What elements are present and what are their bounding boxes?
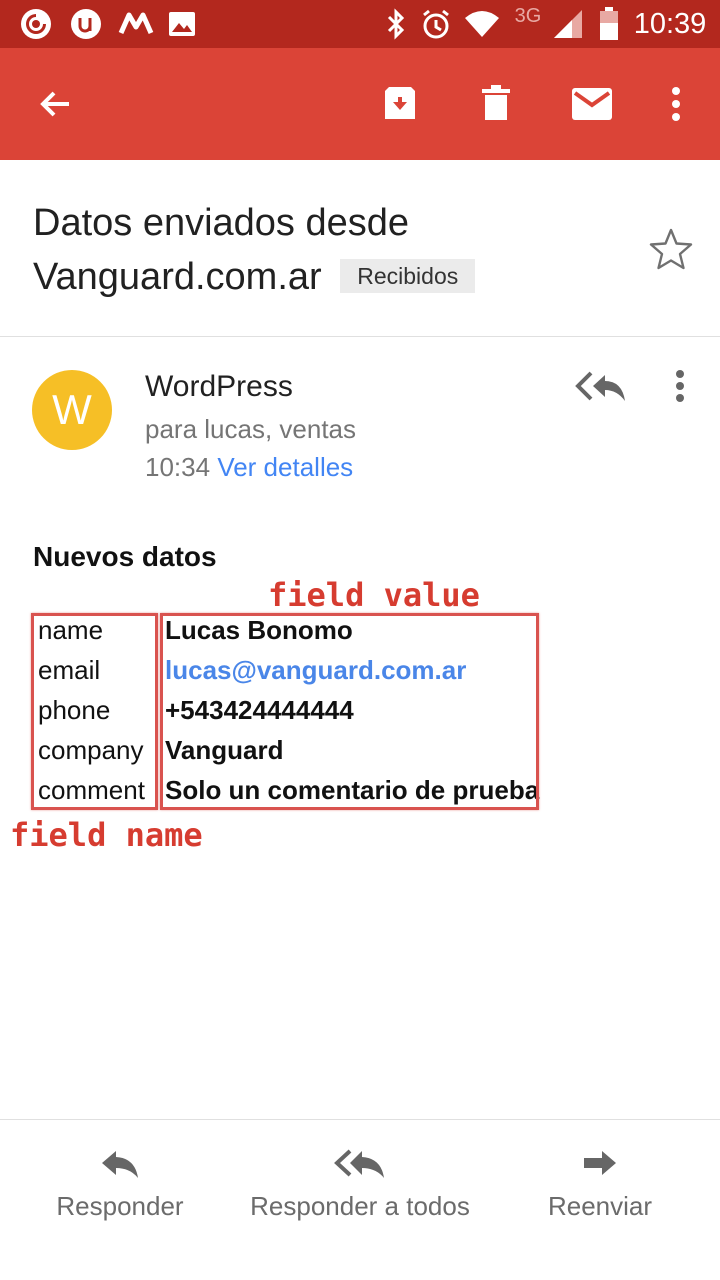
network-type: 3G xyxy=(514,4,542,27)
email-time: 10:34 xyxy=(145,452,211,482)
field-value-annotation: field value xyxy=(268,576,480,614)
time-line: 10:34 Ver detalles xyxy=(145,452,353,483)
email-subject: Datos enviados desde Vanguard.com.ar Rec… xyxy=(33,196,633,304)
signal-icon xyxy=(550,0,586,48)
wifi-icon xyxy=(462,0,502,48)
recipients-line: para lucas, ventas xyxy=(145,414,357,444)
reply-icon xyxy=(102,1151,138,1178)
field-value-annotation-box xyxy=(160,613,539,810)
reply-all-bottom-icon xyxy=(334,1149,384,1178)
alarm-icon xyxy=(418,0,454,48)
reply-all-button[interactable]: Responder a todos xyxy=(240,1149,480,1222)
archive-icon[interactable] xyxy=(372,76,428,132)
message-more-icon[interactable] xyxy=(668,366,692,406)
field-name-annotation-box xyxy=(31,613,158,810)
pocket-casts-icon xyxy=(16,0,56,48)
details-link[interactable]: Ver detalles xyxy=(217,452,353,482)
avatar: W xyxy=(32,370,112,450)
reply-all-icon[interactable] xyxy=(572,366,630,408)
gallery-icon xyxy=(164,0,200,48)
back-arrow-icon[interactable] xyxy=(27,76,83,132)
header-divider xyxy=(0,336,720,337)
app-u-icon xyxy=(66,0,106,48)
reply-label: Responder xyxy=(56,1191,184,1221)
app-m-icon xyxy=(114,0,158,48)
star-icon[interactable] xyxy=(648,226,694,272)
mark-unread-icon[interactable] xyxy=(564,76,620,132)
forward-label: Reenviar xyxy=(547,1191,653,1221)
status-bar: 3G 10:39 xyxy=(0,0,720,48)
forward-button[interactable]: Reenviar xyxy=(530,1149,670,1222)
battery-icon xyxy=(596,0,622,48)
bottom-action-bar: Responder Responder a todos Reenviar xyxy=(0,1119,720,1280)
sender-name: WordPress xyxy=(145,370,293,403)
more-vert-icon[interactable] xyxy=(648,76,704,132)
reply-button[interactable]: Responder xyxy=(40,1149,200,1222)
reply-all-label: Responder a todos xyxy=(250,1191,470,1221)
app-bar xyxy=(0,48,720,160)
trash-icon[interactable] xyxy=(468,76,524,132)
field-name-annotation: field name xyxy=(10,816,203,854)
body-title: Nuevos datos xyxy=(33,541,217,572)
bluetooth-icon xyxy=(380,0,412,48)
inbox-label-chip[interactable]: Recibidos xyxy=(340,258,476,293)
forward-icon xyxy=(584,1151,616,1175)
status-time: 10:39 xyxy=(633,7,707,40)
